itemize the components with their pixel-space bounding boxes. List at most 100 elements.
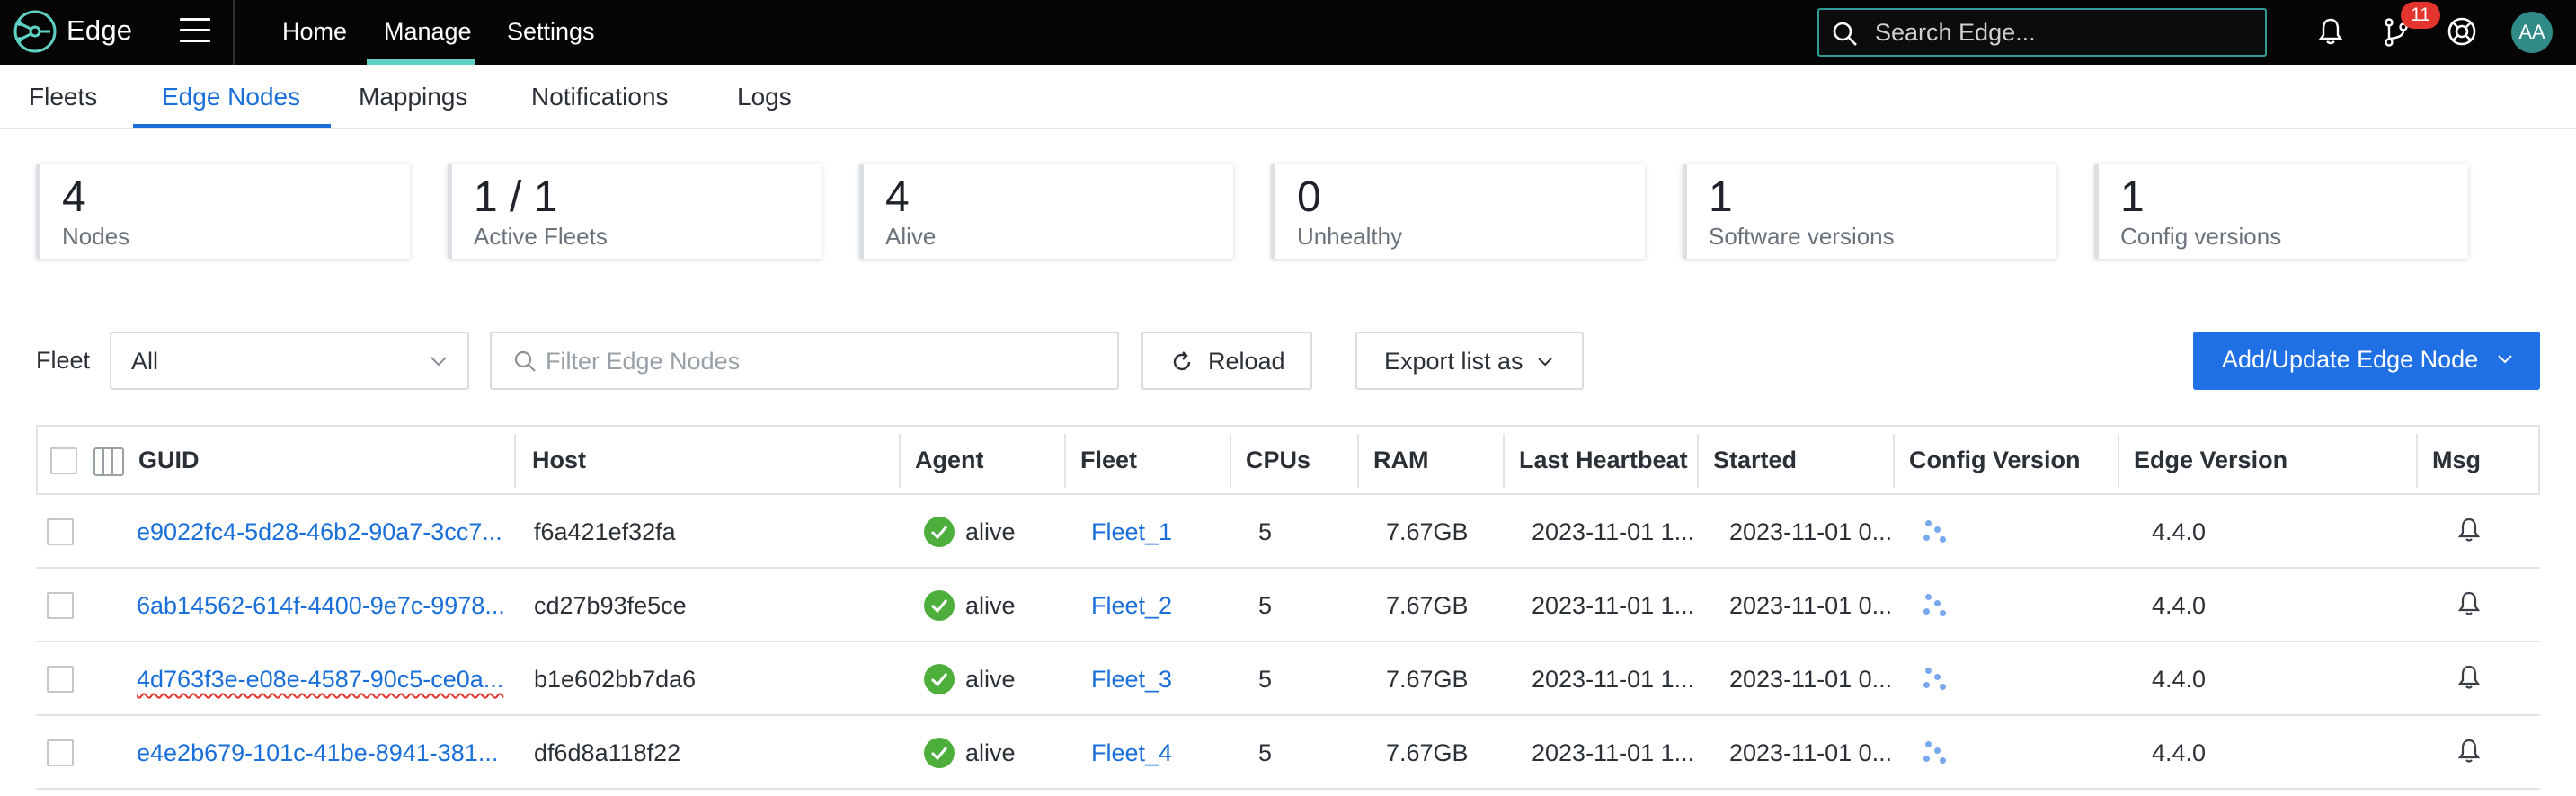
- global-search[interactable]: [1817, 8, 2267, 57]
- config-dots-icon[interactable]: [1923, 664, 1950, 694]
- check-circle-icon: [924, 664, 955, 694]
- agent-status: alive: [965, 666, 1016, 693]
- bell-icon[interactable]: [2457, 664, 2481, 691]
- topbar-divider: [233, 0, 235, 65]
- column-separator[interactable]: [2118, 434, 2119, 488]
- chevron-down-icon: [431, 357, 447, 367]
- col-agent[interactable]: Agent: [915, 447, 984, 474]
- ram-cell: 7.67GB: [1386, 666, 1469, 693]
- row-checkbox[interactable]: [47, 592, 74, 619]
- fleet-filter-label: Fleet: [36, 347, 91, 374]
- config-dots-icon[interactable]: [1923, 590, 1950, 621]
- last-heartbeat-cell: 2023-11-01 1...: [1532, 739, 1695, 766]
- table-row[interactable]: e4e2b679-101c-41be-8941-381... df6d8a118…: [36, 716, 2540, 790]
- col-cpus[interactable]: CPUs: [1246, 447, 1310, 474]
- help-icon[interactable]: [2447, 16, 2477, 47]
- col-config-version[interactable]: Config Version: [1909, 447, 2081, 474]
- edge-version-cell: 4.4.0: [2152, 518, 2207, 545]
- nav-home[interactable]: Home: [282, 18, 347, 46]
- col-started[interactable]: Started: [1713, 447, 1797, 474]
- column-separator[interactable]: [1357, 434, 1359, 488]
- bell-icon[interactable]: [2457, 738, 2481, 765]
- column-separator[interactable]: [1503, 434, 1505, 488]
- guid-link[interactable]: 4d763f3e-e08e-4587-90c5-ce0a...: [137, 666, 503, 694]
- sub-tabs: Fleets Edge Nodes Mappings Notifications…: [0, 65, 2576, 129]
- guid-link[interactable]: e9022fc4-5d28-46b2-90a7-3cc7...: [137, 518, 502, 546]
- col-ram[interactable]: RAM: [1373, 447, 1429, 474]
- row-checkbox[interactable]: [47, 739, 74, 766]
- tab-fleets[interactable]: Fleets: [29, 83, 97, 111]
- stat-label: Config versions: [2120, 223, 2282, 250]
- column-separator[interactable]: [514, 434, 516, 488]
- col-fleet[interactable]: Fleet: [1080, 447, 1137, 474]
- stat-value: 0: [1297, 173, 1321, 221]
- column-picker-icon[interactable]: [93, 447, 124, 476]
- fleet-link[interactable]: Fleet_1: [1091, 518, 1172, 546]
- col-last-heartbeat[interactable]: Last Heartbeat: [1519, 447, 1688, 474]
- col-host[interactable]: Host: [532, 447, 586, 474]
- col-guid[interactable]: GUID: [138, 447, 200, 474]
- config-dots-icon[interactable]: [1923, 738, 1950, 768]
- nav-settings[interactable]: Settings: [507, 18, 595, 46]
- col-edge-version[interactable]: Edge Version: [2134, 447, 2287, 474]
- ram-cell: 7.67GB: [1386, 518, 1469, 545]
- row-checkbox[interactable]: [47, 666, 74, 693]
- config-dots-icon[interactable]: [1923, 517, 1950, 547]
- last-heartbeat-cell: 2023-11-01 1...: [1532, 666, 1695, 693]
- export-list-button[interactable]: Export list as: [1355, 332, 1584, 390]
- ram-cell: 7.67GB: [1386, 739, 1469, 766]
- tab-active-indicator: [133, 124, 331, 128]
- edge-version-cell: 4.4.0: [2152, 739, 2207, 766]
- cpus-cell: 5: [1258, 666, 1273, 693]
- reload-button[interactable]: Reload: [1141, 332, 1312, 390]
- agent-status: alive: [965, 739, 1016, 766]
- table-header: GUID Host Agent Fleet CPUs RAM Last Hear…: [36, 425, 2540, 495]
- stat-label: Nodes: [62, 223, 130, 250]
- tab-mappings[interactable]: Mappings: [359, 83, 467, 111]
- tab-edge-nodes[interactable]: Edge Nodes: [162, 83, 300, 111]
- stat-label: Active Fleets: [474, 223, 608, 250]
- fleet-link[interactable]: Fleet_4: [1091, 739, 1172, 767]
- stat-card-config-versions: 1 Config versions: [2094, 164, 2468, 259]
- column-separator[interactable]: [2416, 434, 2418, 488]
- column-separator[interactable]: [1893, 434, 1895, 488]
- column-separator[interactable]: [899, 434, 901, 488]
- row-checkbox[interactable]: [47, 518, 74, 545]
- edge-nodes-table: GUID Host Agent Fleet CPUs RAM Last Hear…: [36, 425, 2540, 796]
- app-name: Edge: [67, 14, 133, 46]
- column-separator[interactable]: [1697, 434, 1699, 488]
- select-all-checkbox[interactable]: [50, 447, 77, 474]
- guid-link[interactable]: 6ab14562-614f-4400-9e7c-9978...: [137, 592, 505, 620]
- add-update-edge-node-button[interactable]: Add/Update Edge Node: [2193, 332, 2540, 390]
- col-msg[interactable]: Msg: [2432, 447, 2481, 474]
- edge-version-cell: 4.4.0: [2152, 666, 2207, 693]
- table-row[interactable]: 4d763f3e-e08e-4587-90c5-ce0a... b1e602bb…: [36, 642, 2540, 716]
- guid-link[interactable]: e4e2b679-101c-41be-8941-381...: [137, 739, 498, 767]
- table-row[interactable]: 6ab14562-614f-4400-9e7c-9978... cd27b93f…: [36, 569, 2540, 642]
- reload-icon: [1173, 351, 1191, 371]
- fleet-link[interactable]: Fleet_3: [1091, 666, 1172, 694]
- bell-icon[interactable]: [2317, 16, 2344, 47]
- edge-logo-icon[interactable]: [13, 9, 58, 54]
- agent-status: alive: [965, 518, 1016, 545]
- check-circle-icon: [924, 517, 955, 547]
- fleet-select[interactable]: All: [110, 332, 469, 390]
- stat-card-software-versions: 1 Software versions: [1683, 164, 2056, 259]
- chevron-down-icon: [1538, 358, 1552, 367]
- fleet-link[interactable]: Fleet_2: [1091, 592, 1172, 620]
- tab-logs[interactable]: Logs: [737, 83, 792, 111]
- filter-edge-nodes-input[interactable]: [546, 346, 1103, 376]
- stat-card-active-fleets: 1 / 1 Active Fleets: [448, 164, 822, 259]
- column-separator[interactable]: [1230, 434, 1231, 488]
- tab-notifications[interactable]: Notifications: [531, 83, 669, 111]
- menu-icon[interactable]: [180, 18, 210, 45]
- bell-icon[interactable]: [2457, 517, 2481, 544]
- started-cell: 2023-11-01 0...: [1729, 518, 1893, 545]
- nav-manage[interactable]: Manage: [384, 18, 472, 46]
- user-avatar[interactable]: AA: [2511, 12, 2553, 53]
- bell-icon[interactable]: [2457, 590, 2481, 617]
- table-row[interactable]: e9022fc4-5d28-46b2-90a7-3cc7... f6a421ef…: [36, 495, 2540, 569]
- global-search-input[interactable]: [1875, 17, 2252, 48]
- column-separator[interactable]: [1064, 434, 1066, 488]
- filter-edge-nodes[interactable]: [490, 332, 1119, 390]
